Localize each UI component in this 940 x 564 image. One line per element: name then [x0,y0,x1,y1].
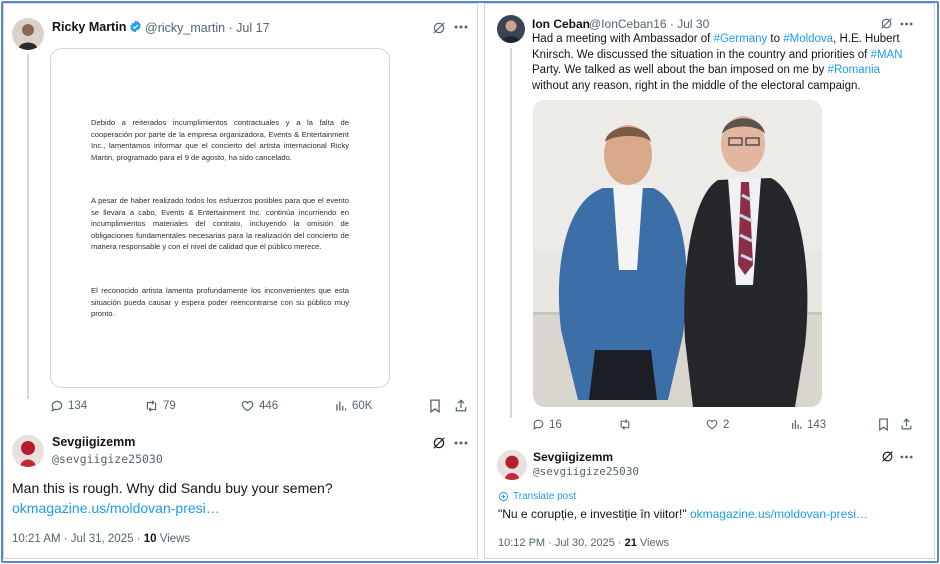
statement-paragraph-2: A pesar de haber realizado todos los esf… [91,196,349,252]
repost-button[interactable]: 79 [144,399,176,413]
author-handle[interactable]: @IonCeban16 · Jul 30 [589,17,709,31]
translate-post-link[interactable]: Translate post [498,491,576,502]
views-icon [792,420,802,429]
tweet-text: Had a meeting with Ambassador of #German… [532,33,903,92]
grok-icon[interactable] [432,21,446,35]
like-count: 446 [259,400,279,412]
author-name[interactable]: Ion Ceban [532,17,590,31]
reply-text: "Nu e corupție, e investiție în viitor!"… [498,507,869,521]
views-count: 143 [807,418,827,431]
avatar[interactable] [12,435,44,467]
avatar[interactable] [12,18,44,50]
bookmark-icon[interactable] [878,418,889,431]
avatar[interactable] [497,450,527,480]
more-icon[interactable] [900,21,913,27]
repost-count: 79 [163,400,176,412]
reply-text: Man this is rough. Why did Sandu buy you… [12,480,333,496]
grok-icon[interactable] [432,436,446,450]
statement-paragraph-3: El reconocido artista lamenta profundame… [91,286,349,319]
reply-icon [51,400,63,412]
post-timestamp[interactable]: 10:21 AM · Jul 31, 2025 · 10 Views [12,533,190,545]
post-date[interactable]: Jul 30 [677,17,709,31]
statement-paragraph-1: Debido a reiterados incumplimientos cont… [91,118,349,162]
reply-count: 134 [68,400,88,412]
grok-icon[interactable] [881,450,894,463]
post-date[interactable]: Jul 17 [236,21,269,35]
heart-icon [241,400,254,412]
author-name[interactable]: Sevgiigizemm [52,435,135,449]
translate-icon [498,491,509,502]
author-name[interactable]: Sevgiigizemm [533,450,613,464]
avatar[interactable] [497,15,525,43]
thread-line [27,54,29,399]
like-button[interactable]: 446 [240,399,278,413]
hashtag-romania[interactable]: #Romania [828,64,880,76]
views-icon [336,401,347,411]
author-name[interactable]: Ricky Martin [52,20,142,34]
share-icon[interactable] [454,398,468,413]
reply-icon [533,419,544,430]
more-icon[interactable] [454,440,468,446]
grok-icon[interactable] [880,17,893,30]
views-button[interactable]: 143 [790,418,826,431]
bookmark-icon[interactable] [429,399,441,413]
article-link[interactable]: okmagazine.us/moldovan-presi… [690,507,868,521]
verified-icon [130,20,142,33]
left-panel: Ricky Martin @ricky_martin · Jul 17 Debi… [3,3,478,559]
author-handle[interactable]: @sevgiigize25030 [52,452,163,466]
repost-button[interactable] [618,418,636,431]
hashtag-germany[interactable]: #Germany [714,33,768,45]
repost-icon [620,419,630,430]
author-handle[interactable]: @ricky_martin · Jul 17 [145,21,270,35]
post-timestamp[interactable]: 10:12 PM · Jul 30, 2025 · 21 Views [498,537,669,549]
author-handle[interactable]: @sevgiigize25030 [533,465,639,478]
right-panel: Ion Ceban @IonCeban16 · Jul 30 Had a mee… [484,3,935,559]
repost-icon [146,400,157,412]
like-count: 2 [723,418,730,431]
hashtag-man[interactable]: #MAN [871,49,903,61]
views-count: 60K [352,400,373,412]
share-icon[interactable] [900,417,913,431]
more-icon[interactable] [454,24,468,30]
meeting-photo[interactable] [533,100,822,407]
hashtag-moldova[interactable]: #Moldova [783,33,833,45]
statement-image[interactable]: Debido a reiterados incumplimientos cont… [50,48,390,388]
reply-button[interactable]: 134 [50,399,87,413]
views-button[interactable]: 60K [334,399,372,413]
article-link[interactable]: okmagazine.us/moldovan-presi… [12,500,220,516]
like-button[interactable]: 2 [705,418,729,431]
reply-button[interactable]: 16 [532,418,562,431]
heart-icon [706,419,718,430]
thread-line [510,48,512,418]
reply-count: 16 [549,418,562,431]
more-icon[interactable] [900,454,913,460]
